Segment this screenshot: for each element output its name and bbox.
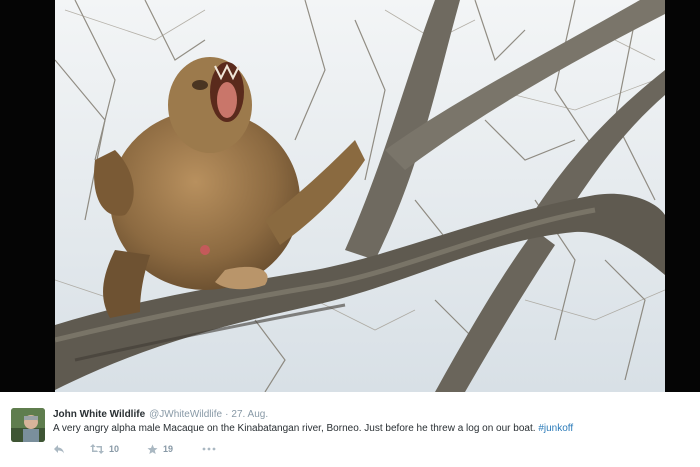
- tweet-actions: 10 19: [53, 442, 216, 456]
- photo-illustration: [55, 0, 665, 392]
- more-icon: [202, 447, 216, 451]
- tweet-date[interactable]: 27. Aug.: [231, 409, 268, 420]
- favorite-button[interactable]: 19: [147, 444, 202, 455]
- avatar-icon: [11, 408, 45, 442]
- retweet-button[interactable]: 10: [90, 444, 147, 454]
- header-separator: ·: [225, 409, 229, 420]
- author-name[interactable]: John White Wildlife: [53, 409, 145, 420]
- star-icon: [147, 444, 158, 454]
- author-handle[interactable]: @JWhiteWildlife: [149, 409, 222, 420]
- tweet-header: John White Wildlife @JWhiteWildlife · 27. A…: [53, 408, 268, 421]
- tweet-media[interactable]: [0, 0, 700, 392]
- avatar[interactable]: [11, 408, 45, 442]
- hashtag-link[interactable]: #junkoff: [538, 423, 573, 434]
- tweet-text-body: A very angry alpha male Macaque on the K…: [53, 423, 536, 434]
- macaque-photo[interactable]: [55, 0, 665, 392]
- favorite-count: 19: [163, 444, 174, 454]
- reply-icon: [54, 445, 64, 454]
- tweet-text: A very angry alpha male Macaque on the K…: [53, 422, 573, 435]
- retweet-icon: [90, 444, 104, 454]
- tweet: John White Wildlife @JWhiteWildlife · 27. A…: [0, 392, 700, 467]
- reply-button[interactable]: [53, 444, 90, 454]
- more-button[interactable]: [202, 447, 216, 451]
- retweet-count: 10: [109, 444, 120, 454]
